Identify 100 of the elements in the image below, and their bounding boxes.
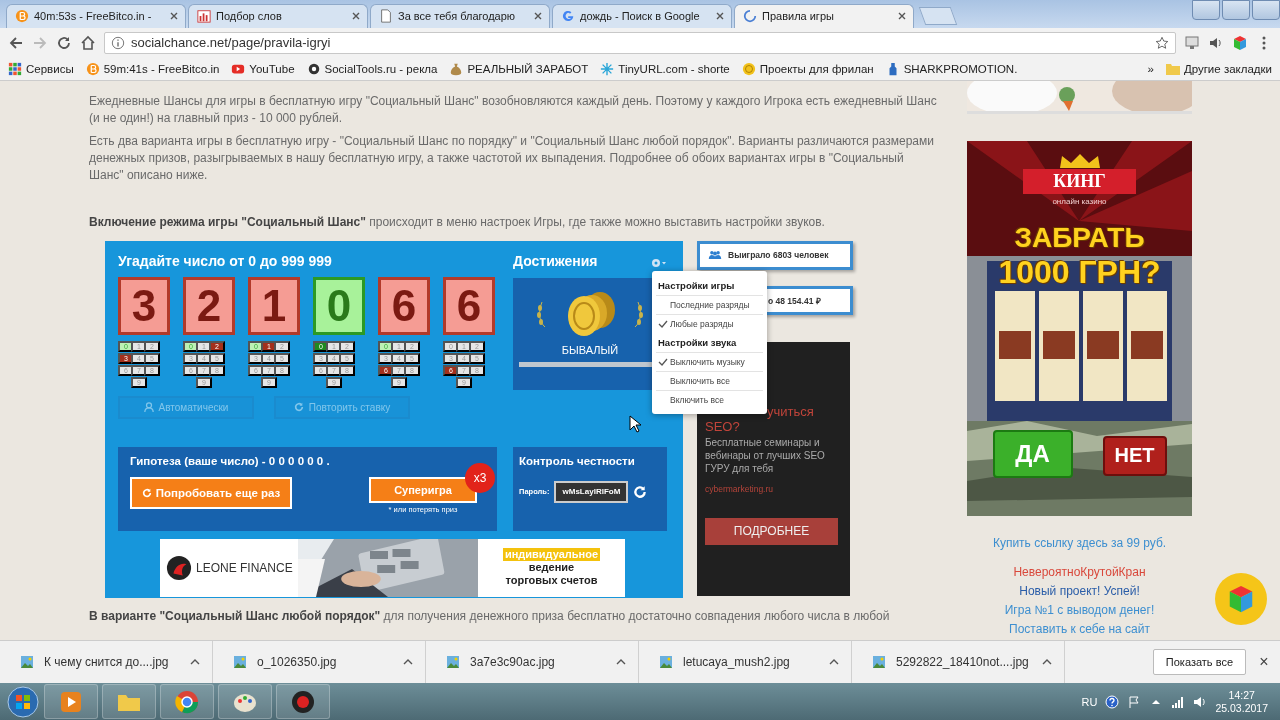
digit-card: 0 <box>313 276 365 335</box>
coin-icon <box>741 61 756 76</box>
bookmark-link[interactable]: YouTube <box>231 61 295 76</box>
caret-icon[interactable] <box>829 659 839 666</box>
menu-item[interactable]: Выключить все <box>656 370 763 390</box>
bookmark-link[interactable]: SocialTools.ru - рекла <box>306 61 438 76</box>
close-icon[interactable] <box>351 11 361 22</box>
finance-banner[interactable]: LEONE FINANCE индивидуальное ведение торговых счетов <box>160 538 625 597</box>
more-button[interactable]: ПОДРОБНЕЕ <box>705 517 838 545</box>
yes-button[interactable]: ДА <box>992 429 1073 478</box>
close-icon[interactable] <box>897 11 907 22</box>
check-icon <box>658 357 670 366</box>
retry-button[interactable]: Попробовать еще раз <box>130 476 292 509</box>
cursor-icon <box>629 414 641 433</box>
gear-icon <box>306 61 321 76</box>
maximize-button[interactable] <box>1252 0 1280 20</box>
person-icon <box>143 402 154 413</box>
menu-item[interactable]: Включить все <box>656 389 763 409</box>
signal-icon[interactable] <box>1171 694 1186 709</box>
clock[interactable]: 14:27 25.03.2017 <box>1215 688 1268 715</box>
star-icon <box>600 61 615 76</box>
more-bookmarks-button[interactable]: » <box>1147 62 1154 75</box>
caret-icon[interactable] <box>616 659 626 666</box>
digit-card: 1 <box>248 276 300 335</box>
casino-ad[interactable]: КИНГ онлайн казино ЗАБРАТЬ 1000 ГРН? ДА НЕТ <box>967 140 1192 516</box>
caret-icon[interactable] <box>1042 659 1052 666</box>
language-indicator[interactable]: RU <box>1081 695 1098 708</box>
close-icon[interactable] <box>715 11 725 22</box>
bookmark-link[interactable]: РЕАЛЬНЫЙ ЗАРАБОТ <box>449 61 589 76</box>
cube-icon[interactable] <box>1232 34 1248 51</box>
ad-heading: SEO? <box>705 418 741 434</box>
ad-headline: 1000 ГРН? <box>998 253 1161 290</box>
menu-item[interactable]: Любые разряды <box>656 313 763 333</box>
digit-card: 2 <box>183 276 235 335</box>
taskbar-app[interactable] <box>276 684 330 719</box>
sidebar-link[interactable]: НевероятноКрутойКран <box>1013 564 1146 580</box>
stat-text: о 48 154.41 ₽ <box>768 294 821 306</box>
show-all-button[interactable]: Показать все <box>1152 649 1246 676</box>
browser-tab[interactable]: Подбор слов <box>188 3 368 28</box>
minimize-button[interactable] <box>1222 0 1250 20</box>
password-field[interactable]: wMsLaylRlFoM <box>554 480 629 503</box>
bookmark-link[interactable]: Сервисы <box>8 61 74 76</box>
browser-tab[interactable]: Правила игры <box>734 3 914 28</box>
start-button[interactable] <box>6 684 40 719</box>
caret-icon[interactable] <box>190 659 200 666</box>
floating-button[interactable] <box>1215 572 1267 625</box>
ad-headline: ЗАБРАТЬ <box>1014 221 1145 254</box>
speaker-icon[interactable] <box>1193 694 1208 709</box>
loading-icon <box>743 9 757 24</box>
sidebar-link[interactable]: Новый проект! Успей! <box>1019 583 1140 599</box>
bitcoin-icon <box>85 61 100 76</box>
record-icon <box>290 688 316 715</box>
sidebar-link[interactable]: Купить ссылку здесь за 99 руб. <box>992 535 1167 551</box>
folder-icon <box>1165 62 1180 75</box>
sidebar-link[interactable]: Игра №1 с выводом денег! <box>1004 602 1155 618</box>
reload-icon[interactable] <box>56 34 72 51</box>
banner-text: торговых счетов <box>505 574 598 588</box>
bookmark-link[interactable]: TinyURL.com - shorte <box>600 61 730 76</box>
menu-header: Настройки игры <box>657 278 736 293</box>
profile-button[interactable] <box>1192 0 1220 20</box>
bookmark-star-icon[interactable] <box>1155 35 1169 50</box>
bookmark-link[interactable]: SHARKPROMOTION. <box>885 61 1018 76</box>
help-icon[interactable] <box>1105 694 1120 709</box>
settings-icon[interactable] <box>651 257 667 268</box>
info-icon[interactable] <box>111 35 125 50</box>
casino-brand: КИНГ <box>1023 168 1136 194</box>
browser-tab[interactable]: дождь - Поиск в Google <box>552 3 732 28</box>
brand-name: LEONE FINANCE <box>196 560 293 575</box>
digit-card: 3 <box>118 276 170 335</box>
bitcoin-icon <box>15 9 29 24</box>
home-icon[interactable] <box>80 34 96 51</box>
banner-text: ведение <box>528 561 575 575</box>
browser-tab[interactable]: 40m:53s - FreeBitco.in - <box>6 3 186 28</box>
bookmark-folder[interactable]: Другие закладки <box>1165 62 1272 75</box>
image-file-icon <box>20 655 34 670</box>
address-bar[interactable]: socialchance.net/page/pravila-igryi <box>104 31 1176 54</box>
paragraph: В варианте "Социальный Шанс любой порядок" для получения денежного приза бесплатно достаточно совпадения любого числа в любой <box>89 607 891 625</box>
money-bag-icon <box>449 61 464 76</box>
google-icon <box>561 9 575 24</box>
close-icon[interactable] <box>533 11 543 22</box>
caret-icon[interactable] <box>403 659 413 666</box>
bookmark-link[interactable]: Проекты для фрилан <box>741 61 874 76</box>
menu-item[interactable]: Выключить музыку <box>656 351 763 371</box>
sidebar-link[interactable]: Поставить к себе на сайт <box>1009 621 1150 637</box>
ad-site: cybermarketing.ru <box>705 483 775 494</box>
flag-icon[interactable] <box>1127 694 1142 709</box>
refresh-icon[interactable] <box>633 484 648 499</box>
laurel-icon <box>536 299 548 328</box>
image-file-icon <box>233 655 247 670</box>
game-title: Угадайте число от 0 до 999 999 <box>118 252 333 271</box>
image-file-icon <box>659 655 673 670</box>
taskbar-app[interactable] <box>218 684 272 719</box>
no-button[interactable]: НЕТ <box>1102 435 1167 476</box>
menu-item[interactable]: Последние разряды <box>656 294 763 314</box>
paragraph: Ежедневные Шансы для игры в бесплатную игру "Социальный Шанс" возобновляются каждый день. Поэтому у каждого Игрока есть ежедневный Шанс (и не один!) на главный приз - 10 000 рублей. <box>89 92 938 127</box>
close-icon[interactable] <box>169 11 179 22</box>
back-icon[interactable] <box>8 34 24 51</box>
browser-tab[interactable]: За все тебя благодарю <box>370 3 550 28</box>
close-button[interactable]: × <box>1256 653 1272 672</box>
bookmark-link[interactable]: 59m:41s - FreeBitco.in <box>85 61 220 76</box>
